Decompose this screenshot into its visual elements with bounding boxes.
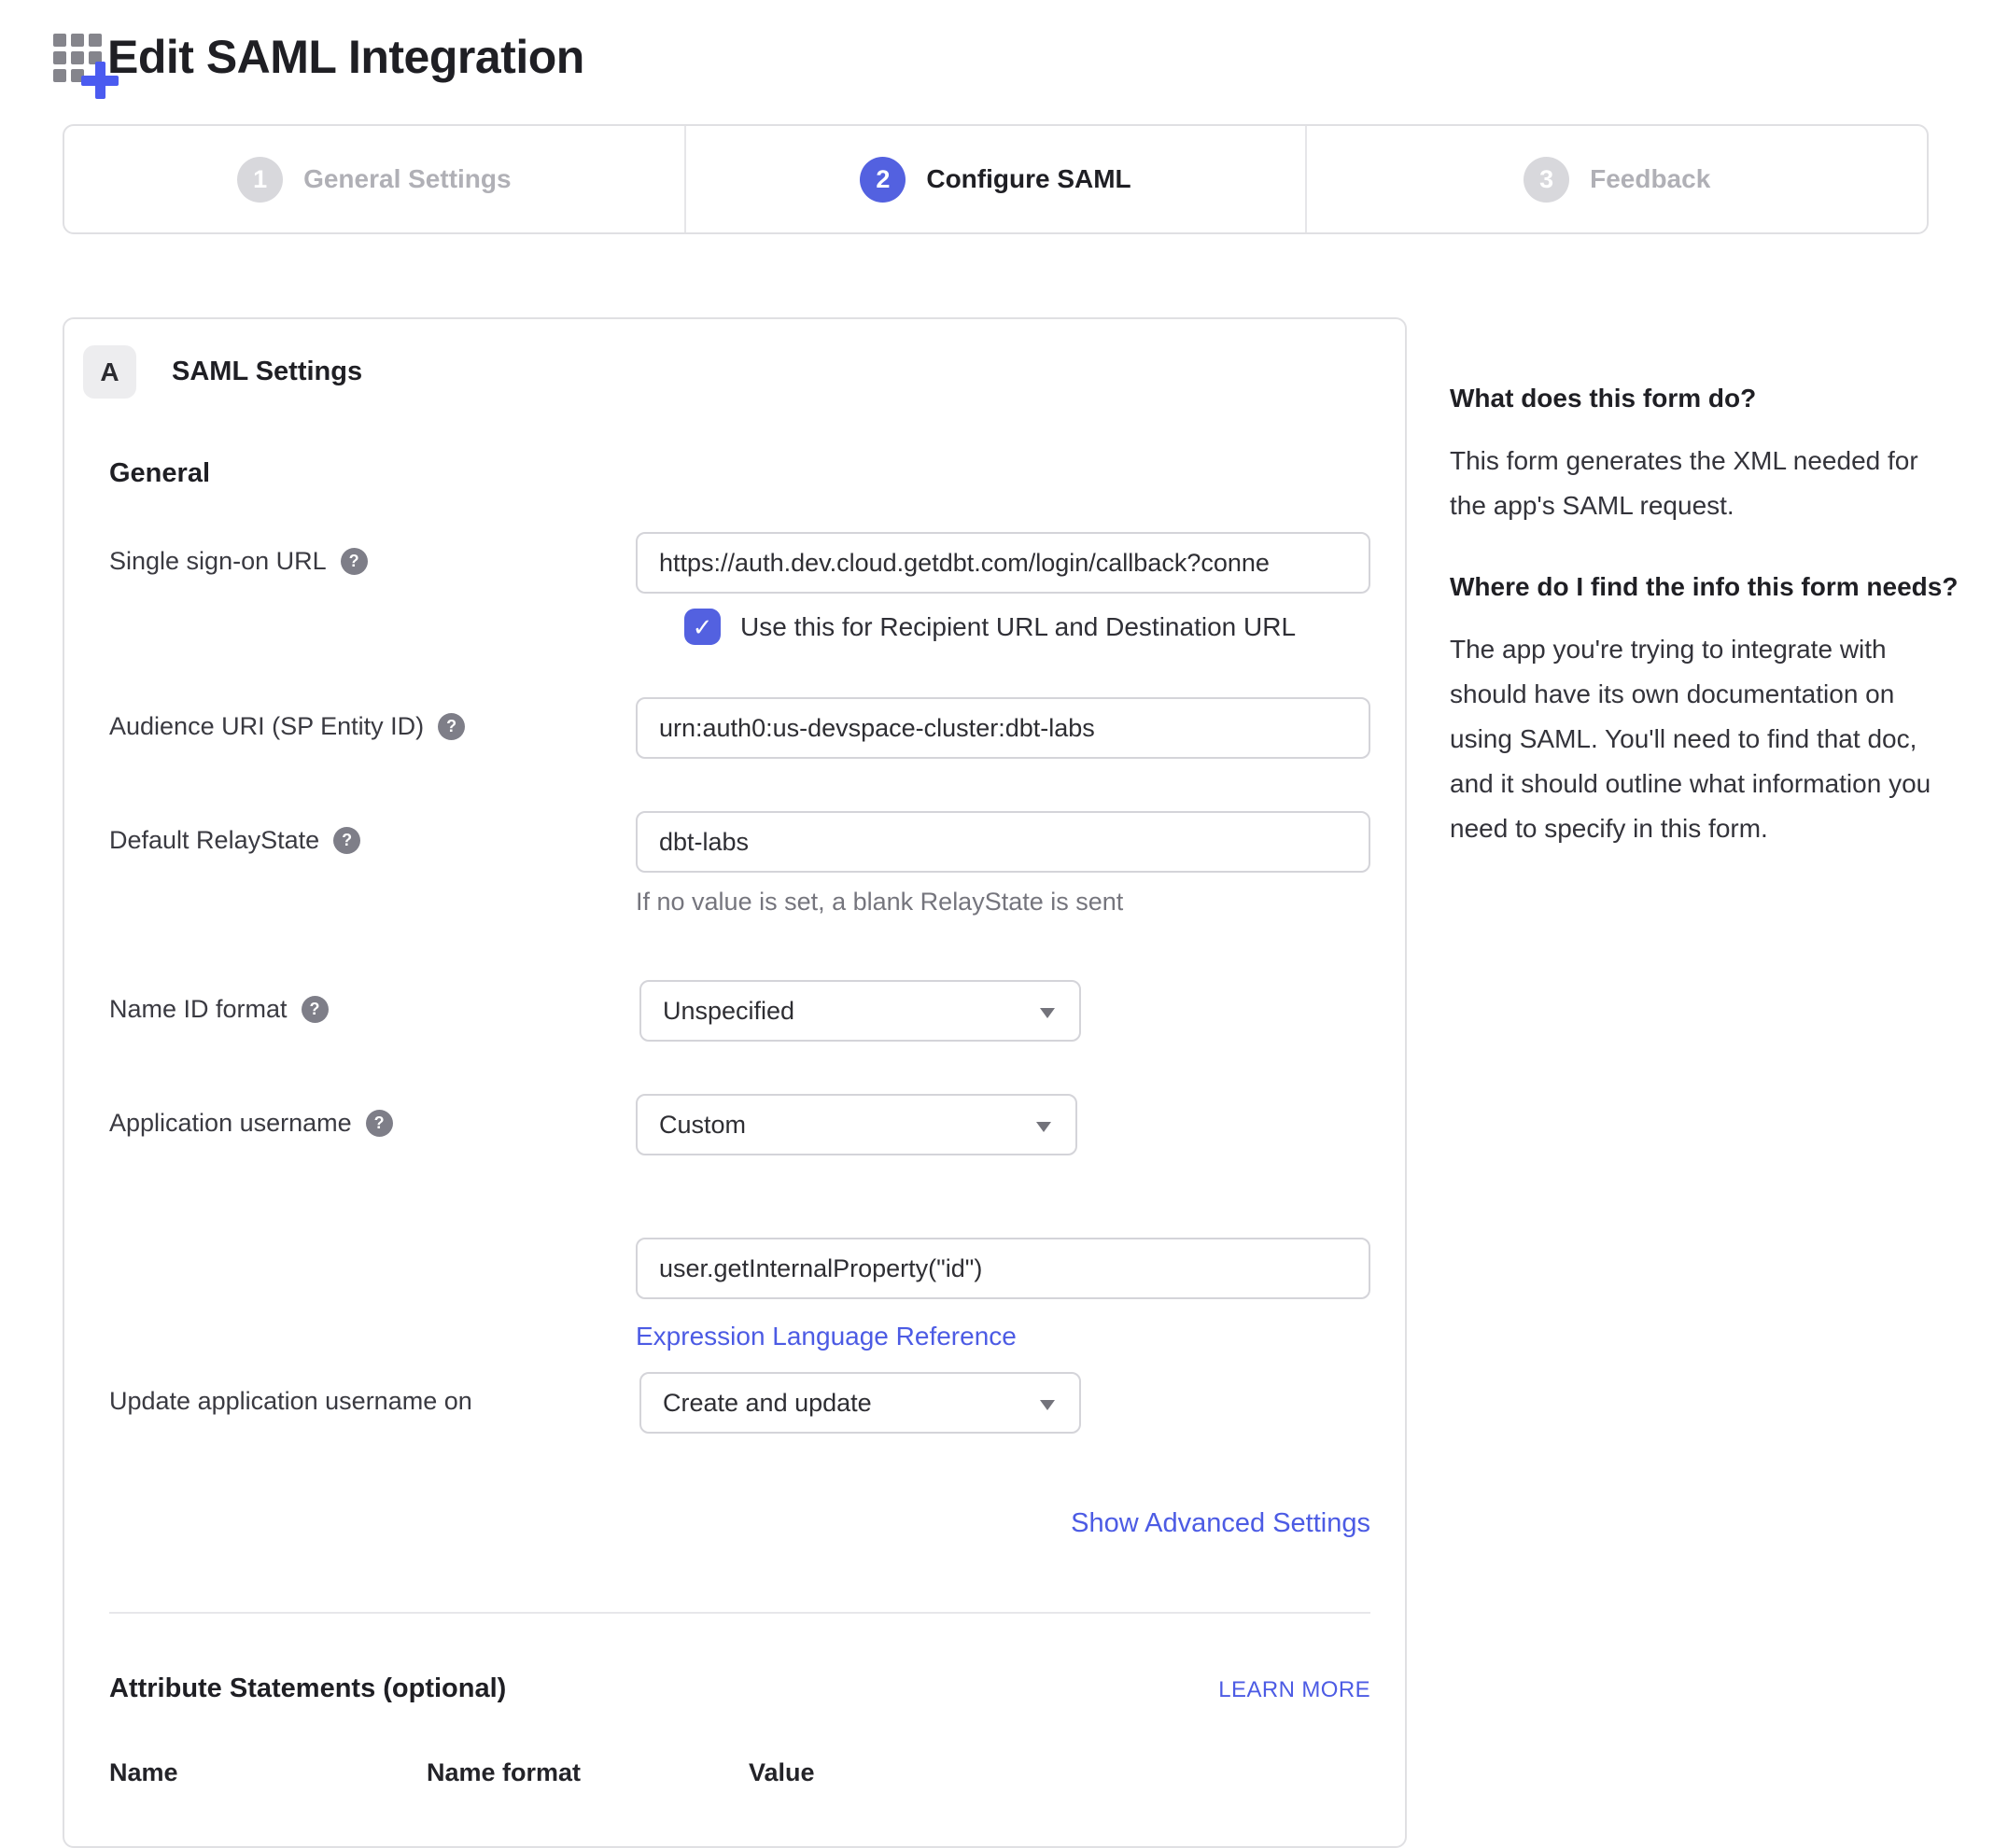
attribute-statements-heading: Attribute Statements (optional) bbox=[109, 1673, 506, 1704]
field-single-sign-on-url: Single sign-on URL ? bbox=[109, 532, 1370, 594]
audience-uri-input[interactable] bbox=[636, 697, 1370, 759]
check-icon: ✓ bbox=[693, 615, 713, 639]
recipient-url-checkbox-row: ✓ Use this for Recipient URL and Destina… bbox=[684, 609, 1370, 645]
help-question-1: What does this form do? bbox=[1450, 381, 1961, 416]
field-default-relaystate: Default RelayState ? If no value is set,… bbox=[109, 811, 1370, 917]
checkbox-label: Use this for Recipient URL and Destinati… bbox=[740, 612, 1296, 642]
default-relaystate-input[interactable] bbox=[636, 811, 1370, 873]
application-username-select[interactable]: Custom bbox=[636, 1094, 1077, 1155]
help-answer-2: The app you're trying to integrate with … bbox=[1450, 627, 1961, 851]
field-label: Audience URI (SP Entity ID) ? bbox=[109, 697, 636, 741]
section-divider bbox=[109, 1612, 1370, 1614]
step-label: Configure SAML bbox=[926, 164, 1130, 194]
field-name-id-format: Name ID format ? Unspecified bbox=[109, 980, 1370, 1042]
help-icon[interactable]: ? bbox=[341, 548, 368, 575]
plus-icon bbox=[81, 62, 119, 99]
field-label: Default RelayState ? bbox=[109, 811, 636, 855]
attribute-statements-header: Attribute Statements (optional) LEARN MO… bbox=[109, 1673, 1370, 1704]
relaystate-hint: If no value is set, a blank RelayState i… bbox=[636, 888, 1370, 917]
expression-language-reference-link[interactable]: Expression Language Reference bbox=[636, 1322, 1017, 1351]
step-general-settings[interactable]: 1 General Settings bbox=[64, 126, 684, 232]
step-configure-saml[interactable]: 2 Configure SAML bbox=[684, 126, 1306, 232]
section-letter-badge: A bbox=[83, 345, 136, 399]
update-username-select[interactable]: Create and update bbox=[639, 1372, 1081, 1434]
saml-settings-panel: A SAML Settings General Single sign-on U… bbox=[63, 317, 1407, 1848]
attribute-statements-columns: Name Name format Value bbox=[109, 1758, 1370, 1787]
custom-username-expression-input[interactable] bbox=[636, 1238, 1370, 1299]
help-icon[interactable]: ? bbox=[333, 827, 360, 854]
grid-plus-icon bbox=[53, 34, 107, 88]
step-label: General Settings bbox=[303, 164, 512, 194]
column-header-name-format: Name format bbox=[427, 1758, 749, 1787]
help-answer-1: This form generates the XML needed for t… bbox=[1450, 439, 1961, 528]
step-wizard: 1 General Settings 2 Configure SAML 3 Fe… bbox=[63, 124, 1929, 234]
step-number-icon: 2 bbox=[860, 157, 906, 203]
page-header: Edit SAML Integration bbox=[53, 26, 584, 88]
help-question-2: Where do I find the info this form needs… bbox=[1450, 569, 1961, 605]
step-label: Feedback bbox=[1590, 164, 1710, 194]
panel-title: SAML Settings bbox=[172, 357, 362, 387]
column-header-value: Value bbox=[749, 1758, 815, 1787]
show-advanced-settings-link[interactable]: Show Advanced Settings bbox=[1071, 1508, 1370, 1538]
chevron-down-icon bbox=[1036, 1122, 1051, 1132]
page-title: Edit SAML Integration bbox=[107, 26, 584, 88]
help-icon[interactable]: ? bbox=[366, 1110, 393, 1137]
column-header-name: Name bbox=[109, 1758, 427, 1787]
help-sidebar: What does this form do? This form genera… bbox=[1450, 381, 1961, 892]
chevron-down-icon bbox=[1040, 1400, 1055, 1410]
step-number-icon: 3 bbox=[1524, 157, 1569, 203]
learn-more-link[interactable]: LEARN MORE bbox=[1218, 1677, 1370, 1703]
field-update-username-on: Update application username on Create an… bbox=[109, 1372, 1370, 1434]
step-feedback[interactable]: 3 Feedback bbox=[1305, 126, 1927, 232]
field-application-username: Application username ? Custom Expression… bbox=[109, 1094, 1370, 1351]
field-label: Application username ? bbox=[109, 1094, 636, 1138]
field-label: Single sign-on URL ? bbox=[109, 532, 636, 576]
field-label: Update application username on bbox=[109, 1372, 639, 1416]
panel-head: A SAML Settings bbox=[83, 345, 1405, 399]
single-sign-on-url-input[interactable] bbox=[636, 532, 1370, 594]
general-heading: General bbox=[109, 458, 1370, 489]
use-for-recipient-checkbox[interactable]: ✓ bbox=[684, 609, 721, 645]
step-number-icon: 1 bbox=[237, 157, 283, 203]
field-label: Name ID format ? bbox=[109, 980, 639, 1024]
name-id-format-select[interactable]: Unspecified bbox=[639, 980, 1081, 1042]
field-audience-uri: Audience URI (SP Entity ID) ? bbox=[109, 697, 1370, 759]
help-icon[interactable]: ? bbox=[302, 996, 329, 1023]
chevron-down-icon bbox=[1040, 1008, 1055, 1018]
help-icon[interactable]: ? bbox=[438, 713, 465, 740]
